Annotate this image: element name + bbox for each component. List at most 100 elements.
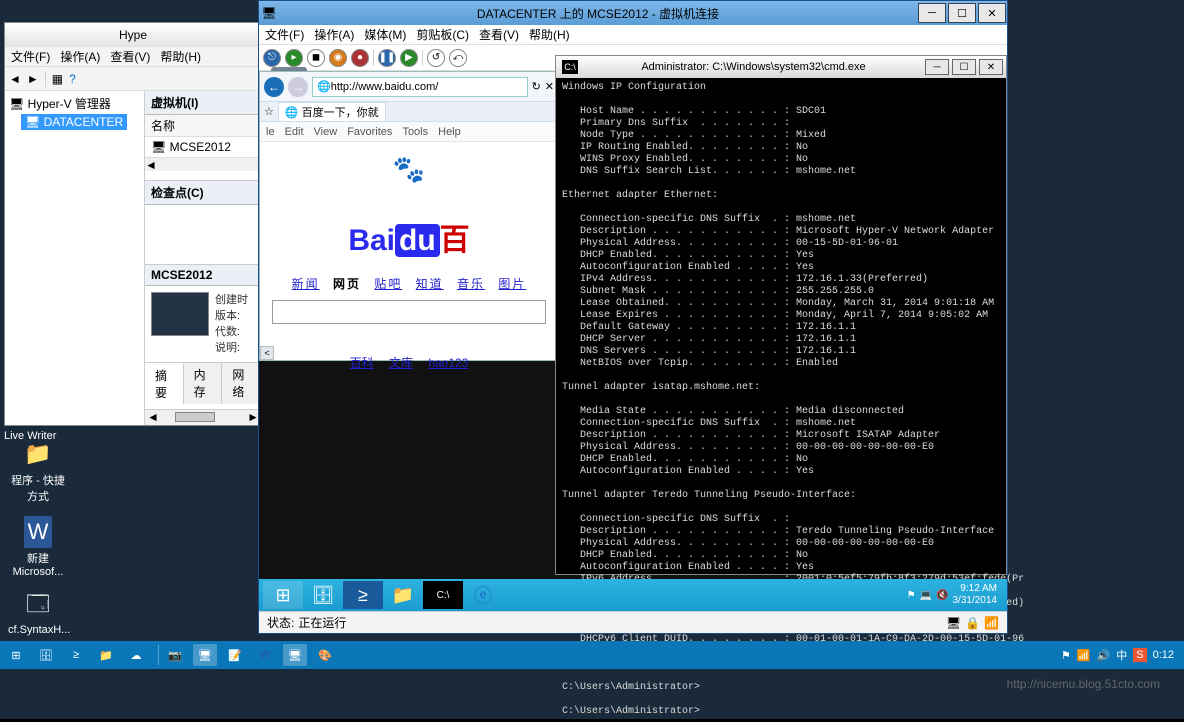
back-button[interactable]: ← [264,77,284,97]
maximize-button[interactable]: ☐ [948,3,976,23]
vm-thumbnail[interactable] [151,292,209,336]
save-icon[interactable]: ● [351,49,369,67]
host-desktop: Live Writer 📁 程序 - 快捷方式 W 新建 Microsof...… [0,0,1184,719]
revert-icon[interactable]: ⤺ [449,49,467,67]
tray-flag-icon[interactable]: ⚑ [1061,649,1071,662]
vmc-menu-view[interactable]: 查看(V) [479,26,519,43]
ie-taskbar-icon[interactable]: ⓔ [463,581,503,609]
explorer-icon[interactable]: 📁 [383,581,423,609]
flag-icon[interactable]: ⚑ [907,590,916,601]
powershell-icon[interactable]: ≥ [343,581,383,609]
host-app1[interactable]: 📷 [163,644,187,666]
menu-help[interactable]: 帮助(H) [160,48,201,65]
stop-icon[interactable]: ✕ [545,80,554,93]
cmd-minimize[interactable]: ─ [925,59,949,75]
checkpoint-icon[interactable]: ↺ [427,49,445,67]
vm-row[interactable]: 🖥 MCSE2012 [145,137,261,157]
desktop-icon-word[interactable]: W 新建 Microsof... [8,516,68,578]
tab-summary[interactable]: 摘要 [145,363,184,404]
host-clock[interactable]: 0:12 [1153,649,1174,661]
tree-node-datacenter[interactable]: 🖥 DATACENTER [21,114,127,130]
vmc-menu-clipboard[interactable]: 剪贴板(C) [416,26,469,43]
cmd-close[interactable]: ✕ [979,59,1003,75]
help-icon[interactable]: ? [69,72,76,86]
checkpoint-header: 检查点(C) [145,181,261,205]
server-manager-icon[interactable]: 🗄 [303,581,343,609]
host-explorer[interactable]: 📁 [94,644,118,666]
reset-icon[interactable]: ▶ [400,49,418,67]
vmc-icon: 🖥 [259,6,279,20]
favorites-star-icon[interactable]: ☆ [264,105,274,118]
hscroll[interactable]: ◄ [145,157,261,171]
start-icon[interactable]: ▸ [285,49,303,67]
browser-tab[interactable]: 🌐 百度一下，你就 [278,102,386,122]
tray-sogou-icon[interactable]: S [1133,648,1146,662]
ctrl-alt-del-icon[interactable]: ⎋ [263,49,281,67]
vmconnect-window: 🖥 DATACENTER 上的 MCSE2012 - 虚拟机连接 ─ ☐ ✕ 文… [258,0,1008,634]
col-name[interactable]: 名称 [145,115,261,137]
tab-memory[interactable]: 内存 [184,363,223,404]
host-vmconnect[interactable]: 🖥 [283,644,307,666]
address-bar[interactable]: 🌐 http://www.baidu.com/ [312,77,528,97]
tray-net-icon[interactable]: 📶 [1077,649,1091,662]
menu-view[interactable]: 查看(V) [110,48,150,65]
baidu-paw-icon: 🐾 [272,154,546,185]
baidu-nav: 新闻 网页 贴吧 知道 音乐 图片 [272,275,546,292]
vmc-titlebar[interactable]: 🖥 DATACENTER 上的 MCSE2012 - 虚拟机连接 ─ ☐ ✕ [259,1,1007,25]
shutdown-icon[interactable]: ◉ [329,49,347,67]
baidu-logo[interactable]: Baidu百 [272,215,546,259]
refresh-icon[interactable]: ▦ [52,72,63,86]
word-icon: W [24,516,52,548]
host-start[interactable]: ⊞ [4,644,28,666]
cmd-taskbar-icon[interactable]: C:\ [423,581,463,609]
tab-network[interactable]: 网络 [222,363,261,404]
cmd-icon: C:\ [562,60,578,74]
minimize-button[interactable]: ─ [918,3,946,23]
vmc-menu-help[interactable]: 帮助(H) [529,26,570,43]
fwd-icon[interactable]: ► [27,72,39,86]
tray-vol-icon[interactable]: 🔊 [1097,649,1111,662]
host-hvmgr[interactable]: 🖥 [193,644,217,666]
vmc-menu-action[interactable]: 操作(A) [314,26,354,43]
search-input[interactable] [272,300,546,324]
host-servermgr[interactable]: 🗄 [34,644,58,666]
host-app2[interactable]: 📝 [223,644,247,666]
tree-root[interactable]: 🖥 Hyper-V 管理器 [9,95,140,112]
host-word[interactable]: W [253,644,277,666]
ie-tabs: ☆ 🌐 百度一下，你就 [260,102,558,122]
window-title[interactable]: Hype [5,23,261,47]
host-ps[interactable]: ≥ [64,644,88,666]
guest-clock[interactable]: 9:12 AM 3/31/2014 [953,583,998,607]
vmc-menu-media[interactable]: 媒体(M) [364,26,406,43]
close-button[interactable]: ✕ [978,3,1006,23]
forward-button[interactable]: → [288,77,308,97]
lock-icon: 🔒 [965,616,980,630]
turnoff-icon[interactable]: ◼ [307,49,325,67]
network-icon[interactable]: 💻 [920,590,932,601]
desktop-icon-shortcut[interactable]: 📁 程序 - 快捷方式 [8,438,68,504]
back-icon[interactable]: ◄ [9,72,21,86]
cmd-window: C:\ Administrator: C:\Windows\system32\c… [555,55,1007,575]
guest-display[interactable]: ← → 🌐 http://www.baidu.com/ ↻ ✕ ☆ 🌐 百度一下… [259,71,1007,611]
start-button[interactable]: ⊞ [263,581,303,609]
host-skydrive[interactable]: ☁ [124,644,148,666]
folder-icon: 📁 [24,438,52,470]
detail-header: MCSE2012 [145,265,261,286]
cmd-titlebar[interactable]: C:\ Administrator: C:\Windows\system32\c… [556,56,1006,78]
pause-icon[interactable]: ❚❚ [378,49,396,67]
detail-tabs: 摘要 内存 网络 [145,362,261,404]
tray-ime-icon[interactable]: 中 [1116,647,1127,663]
cmd-maximize[interactable]: ☐ [952,59,976,75]
bottom-scrollbar[interactable]: ◄ ► [145,409,261,425]
scroll-left-icon[interactable]: < [260,346,274,360]
menu-action[interactable]: 操作(A) [60,48,100,65]
refresh-icon[interactable]: ↻ [532,80,541,93]
vm-meta: 创建时 版本: 代数: 说明: [215,292,248,356]
hyperv-manager-window: Hype 文件(F) 操作(A) 查看(V) 帮助(H) ◄ ► ▦ ? 🖥 H… [4,22,262,426]
host-app3[interactable]: 🎨 [313,644,337,666]
vmc-menubar: 文件(F) 操作(A) 媒体(M) 剪贴板(C) 查看(V) 帮助(H) [259,25,1007,45]
volume-icon[interactable]: 🔇 [936,590,948,601]
desktop-icon-syntax[interactable]: 🗔 cf.SyntaxH... [8,590,68,636]
vmc-menu-file[interactable]: 文件(F) [265,26,304,43]
menu-file[interactable]: 文件(F) [11,48,50,65]
